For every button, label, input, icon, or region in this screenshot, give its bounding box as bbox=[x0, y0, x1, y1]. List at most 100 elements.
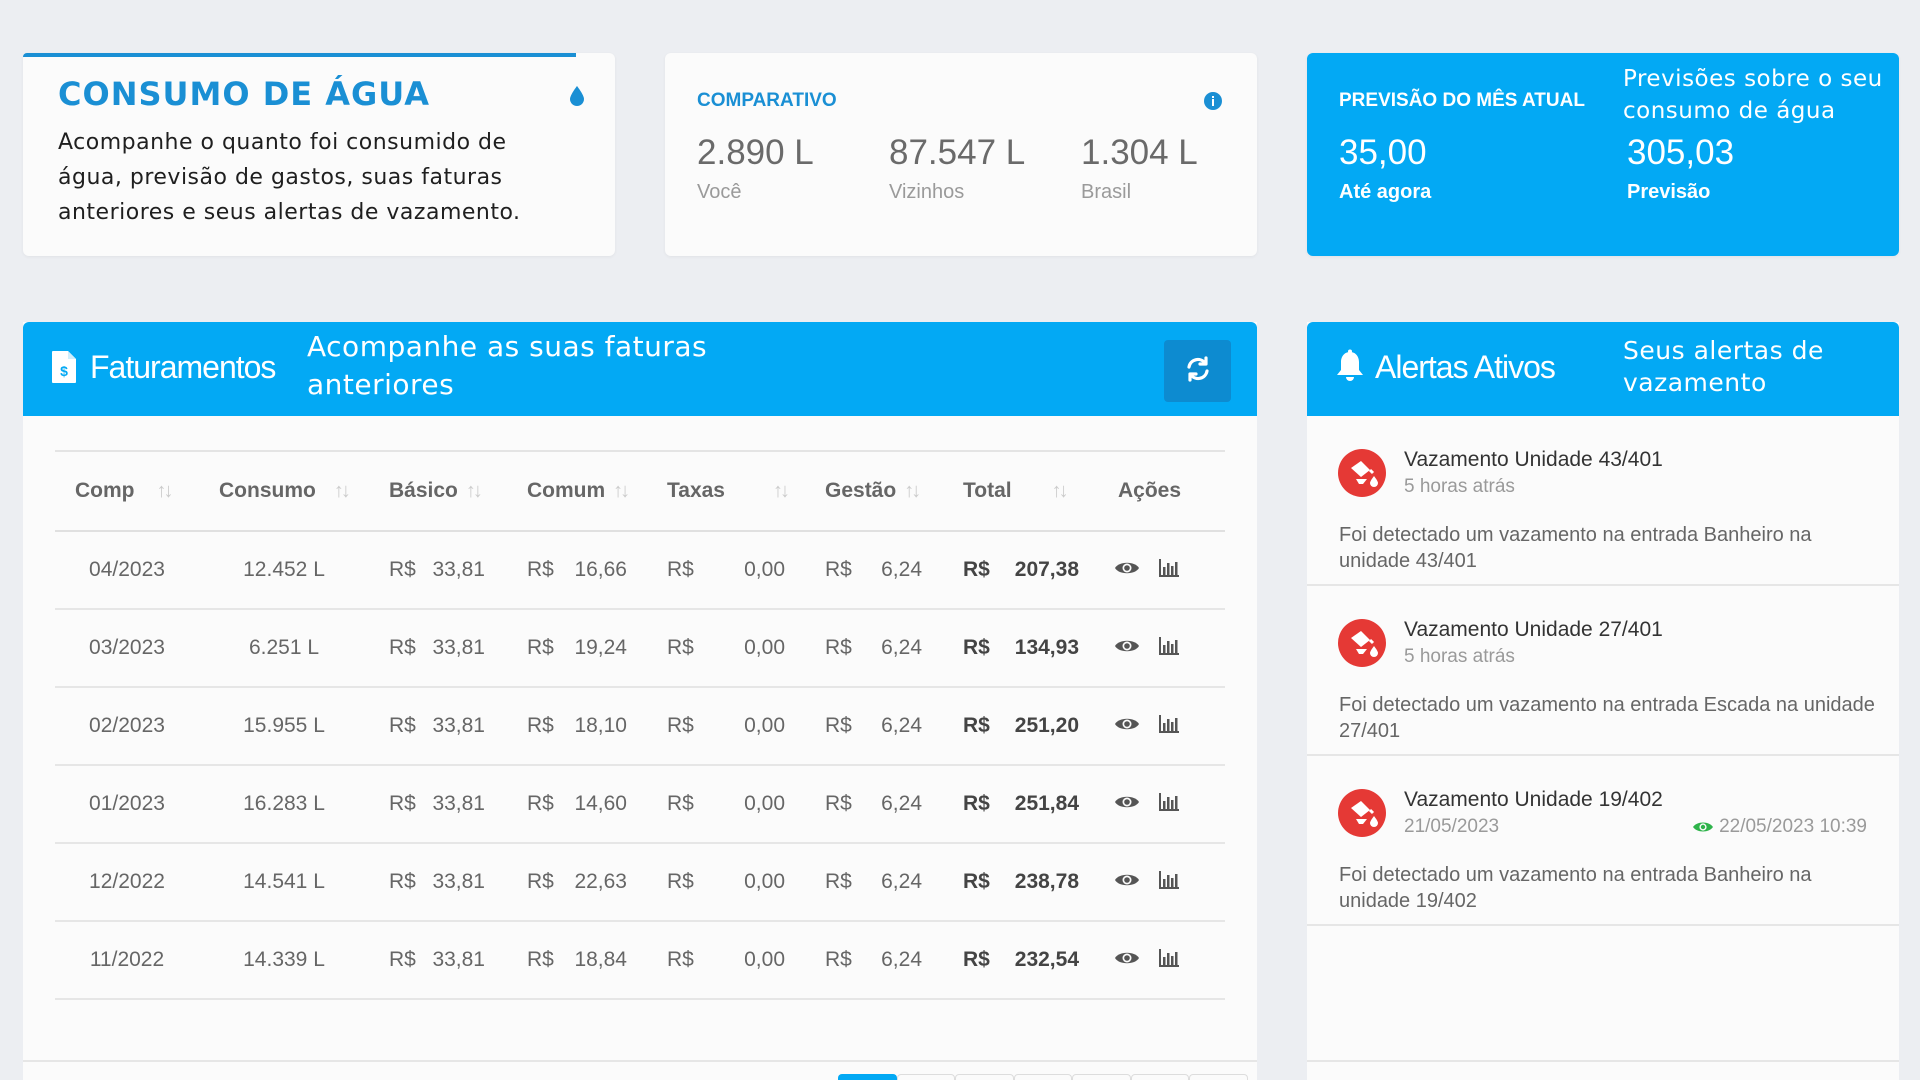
cell-gestao: R$ 6,24 bbox=[805, 609, 943, 687]
amount: 33,81 bbox=[432, 636, 485, 659]
column-header-taxas[interactable]: Taxas ↑↓ bbox=[647, 451, 805, 531]
info-icon[interactable] bbox=[1203, 91, 1223, 116]
column-header-basico[interactable]: Básico ↑↓ bbox=[369, 451, 507, 531]
cell-consumo: 16.283 L bbox=[243, 792, 325, 815]
currency-label: R$ bbox=[667, 558, 694, 581]
cell-comum: R$ 18,10 bbox=[507, 687, 647, 765]
stat-brasil: 1.304 L Brasil bbox=[1081, 133, 1198, 204]
sort-icon[interactable]: ↑↓ bbox=[904, 480, 921, 502]
alert-seen-date: 22/05/2023 10:39 bbox=[1719, 816, 1867, 837]
page-button[interactable] bbox=[1189, 1074, 1249, 1080]
sort-icon[interactable]: ↑↓ bbox=[334, 480, 351, 502]
amount: 33,81 bbox=[432, 714, 485, 737]
page-button[interactable] bbox=[838, 1074, 897, 1080]
sort-icon[interactable]: ↑↓ bbox=[613, 480, 630, 502]
page-button[interactable] bbox=[955, 1074, 1014, 1080]
sort-icon[interactable]: ↑↓ bbox=[1052, 480, 1069, 502]
amount: 19,24 bbox=[574, 636, 627, 659]
amount: 18,84 bbox=[574, 948, 627, 971]
comparativo-label: COMPARATIVO bbox=[697, 90, 837, 111]
cell-basico: R$ 33,81 bbox=[369, 921, 507, 999]
cell-comum: R$ 18,84 bbox=[507, 921, 647, 999]
amount: 33,81 bbox=[432, 948, 485, 971]
bell-icon bbox=[1335, 349, 1365, 388]
cell-comum: R$ 16,66 bbox=[507, 531, 647, 609]
amount: 0,00 bbox=[744, 636, 785, 659]
water-drop-icon bbox=[569, 85, 585, 112]
amount: 33,81 bbox=[432, 870, 485, 893]
amount: 6,24 bbox=[881, 558, 922, 581]
bar-chart-icon[interactable] bbox=[1158, 558, 1180, 578]
stat-ate-agora: 35,00 Até agora bbox=[1339, 133, 1431, 204]
cell-acoes bbox=[1098, 921, 1225, 999]
leak-alert-icon bbox=[1337, 788, 1387, 838]
refresh-button[interactable] bbox=[1164, 340, 1231, 402]
bar-chart-icon[interactable] bbox=[1158, 636, 1180, 656]
page-button[interactable] bbox=[1130, 1074, 1190, 1080]
table-footer-divider bbox=[23, 1060, 1257, 1062]
eye-icon[interactable] bbox=[1114, 637, 1140, 655]
page-button[interactable] bbox=[1072, 1074, 1131, 1080]
alert-message: Foi detectado um vazamento na entrada Es… bbox=[1339, 694, 1875, 742]
sort-icon[interactable]: ↑↓ bbox=[773, 480, 790, 502]
faturamentos-table: Comp ↑↓ Consumo ↑↓ Básico ↑↓ Comum ↑↓ Taxas ↑… bbox=[55, 450, 1225, 1000]
column-header-gestao[interactable]: Gestão ↑↓ bbox=[805, 451, 943, 531]
currency-label: R$ bbox=[389, 870, 416, 893]
cell-comp: 12/2022 bbox=[89, 870, 165, 893]
cell-basico: R$ 33,81 bbox=[369, 843, 507, 921]
alert-title: Vazamento Unidade 19/402 bbox=[1404, 788, 1663, 811]
table-row: 03/2023 6.251 L R$ 33,81 R$ 19,24 R$ 0,00 R$ 6,24… bbox=[55, 609, 1225, 687]
eye-icon[interactable] bbox=[1114, 949, 1140, 967]
table-row: 12/2022 14.541 L R$ 33,81 R$ 22,63 R$ 0,00 R$ 6,2… bbox=[55, 843, 1225, 921]
table-row: 01/2023 16.283 L R$ 33,81 R$ 14,60 R$ 0,00 R$ 6,2… bbox=[55, 765, 1225, 843]
page-button[interactable] bbox=[896, 1074, 956, 1080]
alert-item[interactable]: Vazamento Unidade 19/402 21/05/2023 Foi de… bbox=[1307, 756, 1899, 926]
alert-time: 21/05/2023 bbox=[1404, 816, 1500, 837]
currency-label: R$ bbox=[667, 792, 694, 815]
currency-label: R$ bbox=[825, 870, 852, 893]
bar-chart-icon[interactable] bbox=[1158, 948, 1180, 968]
bar-chart-icon[interactable] bbox=[1158, 792, 1180, 812]
cell-comp: 04/2023 bbox=[89, 558, 165, 581]
eye-icon[interactable] bbox=[1114, 793, 1140, 811]
eye-icon[interactable] bbox=[1114, 871, 1140, 889]
amount: 207,38 bbox=[1014, 558, 1079, 581]
alertas-panel: Alertas Ativos Seus alertas de vazamento… bbox=[1307, 322, 1899, 1080]
faturamentos-note: Acompanhe as suas faturas anteriores bbox=[307, 330, 708, 401]
currency-label: R$ bbox=[825, 792, 852, 815]
cell-comum: R$ 14,60 bbox=[507, 765, 647, 843]
cell-comp: 02/2023 bbox=[89, 714, 165, 737]
cell-comum: R$ 22,63 bbox=[507, 843, 647, 921]
alert-item[interactable]: Vazamento Unidade 27/401 5 horas atrás Foi… bbox=[1307, 586, 1899, 756]
currency-label: R$ bbox=[389, 714, 416, 737]
cell-acoes bbox=[1098, 843, 1225, 921]
amount: 0,00 bbox=[744, 792, 785, 815]
page-button[interactable] bbox=[1013, 1074, 1073, 1080]
cell-gestao: R$ 6,24 bbox=[805, 531, 943, 609]
leak-alert-icon bbox=[1337, 618, 1387, 668]
pagination bbox=[838, 1074, 1249, 1080]
eye-icon[interactable] bbox=[1114, 559, 1140, 577]
column-header-consumo[interactable]: Consumo ↑↓ bbox=[199, 451, 369, 531]
column-header-comum[interactable]: Comum ↑↓ bbox=[507, 451, 647, 531]
previsao-label: PREVISÃO DO MÊS ATUAL bbox=[1339, 90, 1585, 111]
column-header-label: Consumo bbox=[219, 479, 316, 502]
currency-label: R$ bbox=[963, 636, 990, 659]
amount: 6,24 bbox=[881, 792, 922, 815]
alert-item[interactable]: Vazamento Unidade 43/401 5 horas atrás Foi… bbox=[1307, 416, 1899, 586]
bar-chart-icon[interactable] bbox=[1158, 870, 1180, 890]
stat-vizinhos: 87.547 L Vizinhos bbox=[889, 133, 1025, 204]
table-row: 11/2022 14.339 L R$ 33,81 R$ 18,84 R$ 0,00 R$ 6,2… bbox=[55, 921, 1225, 999]
cell-comp: 03/2023 bbox=[89, 636, 165, 659]
sort-icon[interactable]: ↑↓ bbox=[157, 480, 174, 502]
alert-time: 5 horas atrás bbox=[1404, 476, 1515, 497]
sort-icon[interactable]: ↑↓ bbox=[466, 480, 483, 502]
cell-gestao: R$ 6,24 bbox=[805, 921, 943, 999]
currency-label: R$ bbox=[389, 636, 416, 659]
bar-chart-icon[interactable] bbox=[1158, 714, 1180, 734]
eye-icon[interactable] bbox=[1114, 715, 1140, 733]
column-header-acoes: Ações bbox=[1098, 451, 1225, 531]
column-header-total[interactable]: Total ↑↓ bbox=[943, 451, 1098, 531]
column-header-comp[interactable]: Comp ↑↓ bbox=[55, 451, 199, 531]
amount: 22,63 bbox=[574, 870, 627, 893]
